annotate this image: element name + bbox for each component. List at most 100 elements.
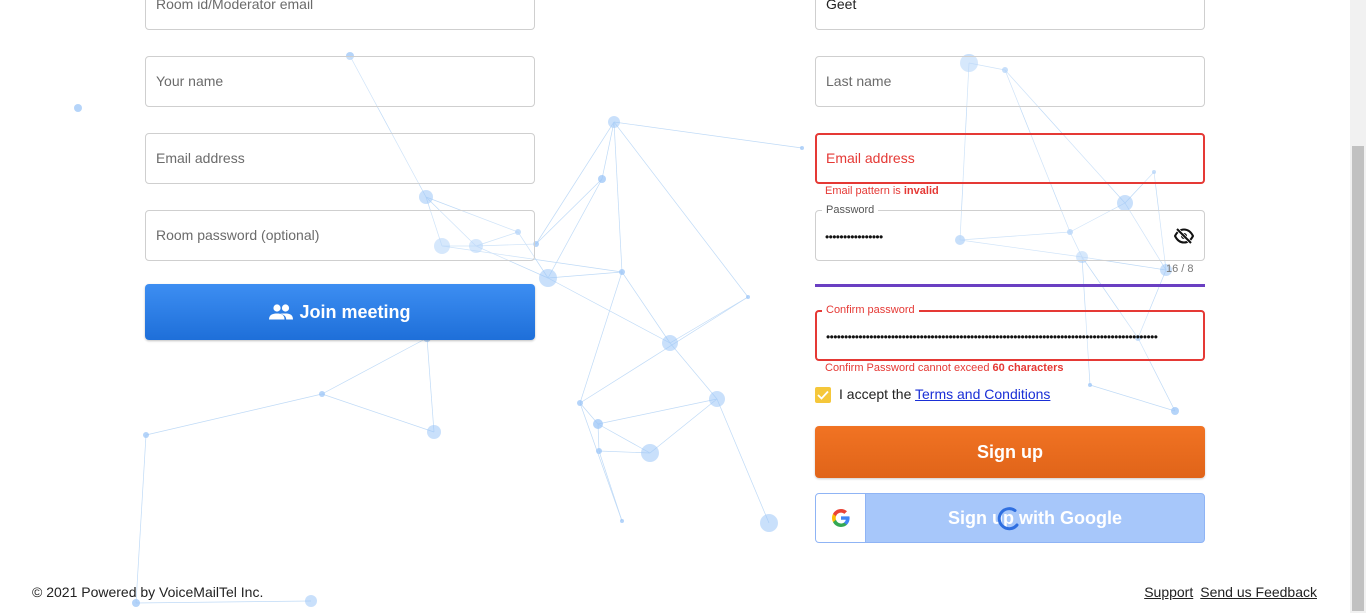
your-name-input[interactable]: Your name bbox=[145, 56, 535, 107]
confirm-password-error-message: Confirm Password cannot exceed 60 charac… bbox=[825, 362, 1063, 374]
network-link bbox=[716, 398, 770, 524]
spinner-icon bbox=[997, 507, 1019, 531]
network-node bbox=[619, 269, 625, 275]
network-link bbox=[613, 121, 803, 149]
network-link bbox=[669, 296, 749, 344]
google-sign-up-label: Sign up with Google bbox=[948, 508, 1122, 528]
network-node bbox=[74, 104, 82, 112]
feedback-link[interactable]: Send us Feedback bbox=[1200, 584, 1317, 600]
google-sign-up-button[interactable]: Sign up with Google bbox=[815, 493, 1205, 543]
network-link bbox=[535, 178, 603, 245]
network-node bbox=[746, 295, 750, 299]
network-link bbox=[1089, 384, 1176, 412]
support-link[interactable]: Support bbox=[1144, 584, 1193, 600]
room-password-placeholder: Room password (optional) bbox=[156, 227, 320, 243]
network-node bbox=[1088, 383, 1092, 387]
email-error-emphasis: invalid bbox=[903, 185, 939, 197]
network-link bbox=[535, 121, 615, 245]
room-id-input[interactable]: Room id/Moderator email bbox=[145, 0, 535, 30]
your-name-placeholder: Your name bbox=[156, 73, 224, 89]
network-node bbox=[620, 519, 624, 523]
network-link bbox=[579, 296, 749, 404]
room-password-input[interactable]: Room password (optional) bbox=[145, 210, 535, 261]
network-link bbox=[579, 271, 623, 404]
network-link bbox=[321, 393, 435, 433]
first-name-input[interactable]: Geet bbox=[815, 0, 1205, 30]
join-email-input[interactable]: Email address bbox=[145, 133, 535, 184]
network-node bbox=[1117, 195, 1133, 211]
terms-prefix: I accept the bbox=[839, 386, 916, 402]
network-link bbox=[597, 423, 600, 452]
network-node bbox=[760, 514, 778, 532]
network-node bbox=[132, 599, 140, 607]
email-error-message: Email pattern is invalid bbox=[825, 185, 939, 197]
network-link bbox=[547, 178, 603, 279]
network-node bbox=[641, 444, 659, 462]
google-logo-box bbox=[816, 494, 866, 542]
network-link bbox=[135, 600, 312, 604]
password-length-counter: 16 / 8 bbox=[1166, 263, 1194, 275]
terms-text: I accept the Terms and Conditions bbox=[839, 386, 1050, 402]
network-link bbox=[579, 402, 623, 522]
network-link bbox=[613, 121, 749, 298]
network-link bbox=[579, 402, 599, 425]
network-link bbox=[597, 423, 651, 454]
network-node bbox=[577, 400, 583, 406]
last-name-input[interactable]: Last name bbox=[815, 56, 1205, 107]
signup-email-input[interactable]: Email address bbox=[815, 133, 1205, 184]
network-link bbox=[145, 393, 323, 436]
password-label: Password bbox=[822, 204, 879, 216]
network-link bbox=[649, 398, 718, 454]
people-icon bbox=[269, 304, 294, 320]
join-meeting-label: Join meeting bbox=[299, 301, 411, 322]
network-node bbox=[143, 432, 149, 438]
network-node bbox=[800, 146, 804, 150]
confirm-password-label: Confirm password bbox=[822, 304, 919, 316]
network-link bbox=[669, 342, 718, 400]
network-node bbox=[1171, 407, 1179, 415]
network-node bbox=[539, 269, 557, 287]
last-name-placeholder: Last name bbox=[826, 73, 892, 89]
copyright-text: © 2021 Powered by VoiceMailTel Inc. bbox=[32, 584, 264, 600]
network-link bbox=[321, 337, 428, 395]
network-node bbox=[419, 190, 433, 204]
first-name-value: Geet bbox=[826, 0, 857, 12]
vertical-scrollbar[interactable] bbox=[1350, 0, 1366, 613]
network-node bbox=[427, 425, 441, 439]
terms-link[interactable]: Terms and Conditions bbox=[915, 386, 1050, 402]
network-link bbox=[597, 398, 718, 425]
eye-off-icon[interactable] bbox=[1174, 228, 1194, 244]
network-node bbox=[608, 116, 620, 128]
confirm-error-text: Confirm Password cannot exceed bbox=[825, 362, 993, 374]
password-strength-bar bbox=[815, 284, 1205, 287]
email-error-text: Email pattern is bbox=[825, 185, 904, 197]
network-link bbox=[598, 450, 651, 454]
network-link bbox=[601, 121, 615, 180]
network-node bbox=[662, 335, 678, 351]
network-node bbox=[593, 419, 603, 429]
network-node bbox=[598, 175, 606, 183]
sign-up-button[interactable]: Sign up bbox=[815, 426, 1205, 478]
password-masked-value: •••••••••••••••• bbox=[825, 230, 883, 244]
footer-links: Support Send us Feedback bbox=[1137, 584, 1317, 600]
network-node bbox=[596, 448, 602, 454]
password-input[interactable]: Password •••••••••••••••• bbox=[815, 204, 1205, 261]
network-link bbox=[598, 450, 623, 522]
join-email-placeholder: Email address bbox=[156, 150, 245, 166]
terms-checkbox[interactable] bbox=[815, 387, 831, 403]
network-link bbox=[621, 271, 671, 344]
network-link bbox=[547, 271, 623, 279]
signup-email-placeholder: Email address bbox=[826, 150, 915, 166]
network-link bbox=[547, 277, 671, 344]
confirm-password-input[interactable]: Confirm password •••••••••••••••••••••••… bbox=[815, 304, 1205, 361]
network-node bbox=[305, 595, 317, 607]
scrollbar-thumb[interactable] bbox=[1352, 146, 1364, 611]
room-id-placeholder: Room id/Moderator email bbox=[156, 0, 314, 12]
network-node bbox=[319, 391, 325, 397]
network-link bbox=[613, 121, 623, 273]
network-node bbox=[709, 391, 725, 407]
network-link bbox=[135, 434, 147, 604]
join-meeting-button[interactable]: Join meeting bbox=[145, 284, 535, 340]
google-g-icon bbox=[831, 509, 850, 527]
confirm-password-masked-value: ••••••••••••••••••••••••••••••••••••••••… bbox=[826, 330, 1158, 344]
